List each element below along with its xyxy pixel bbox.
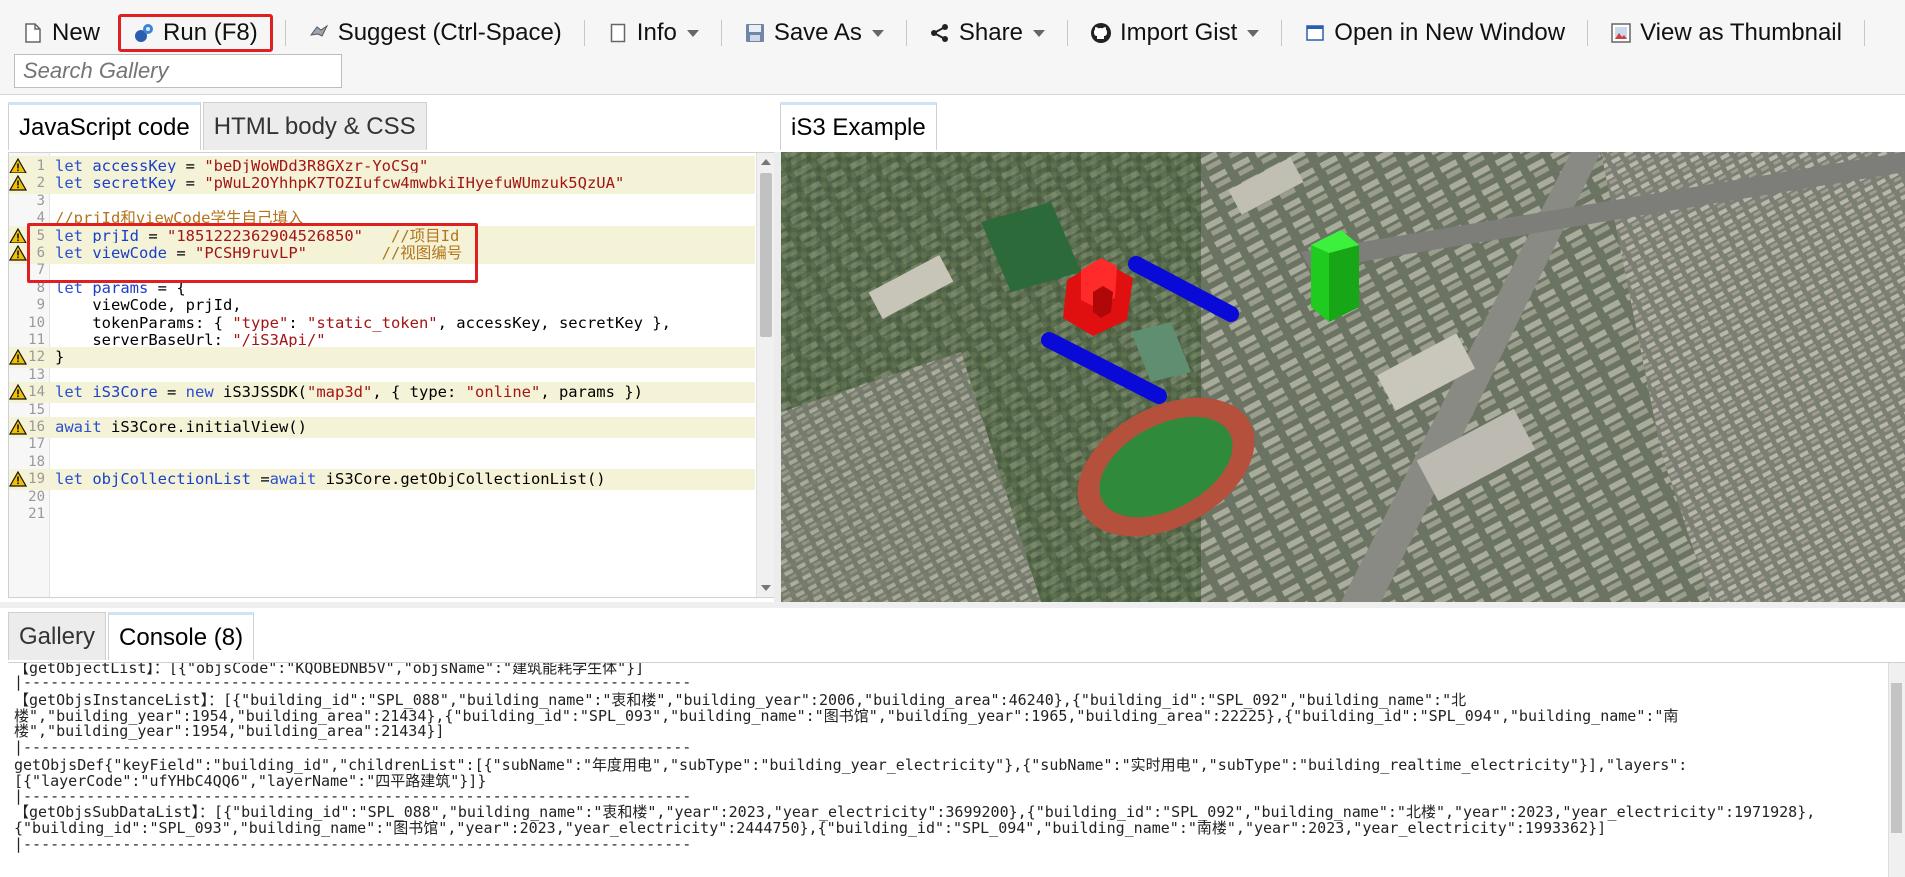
scroll-down-icon[interactable]	[761, 585, 771, 591]
run-label: Run (F8)	[163, 19, 258, 46]
share-button[interactable]: Share	[919, 14, 1055, 52]
code-tabs: JavaScript code HTML body & CSS	[8, 102, 429, 152]
suggest-label: Suggest (Ctrl-Space)	[337, 19, 562, 46]
toolbar-divider	[905, 20, 907, 46]
scrollbar-thumb[interactable]	[760, 173, 772, 337]
horizontal-splitter[interactable]	[0, 602, 1905, 608]
editor-scrollbar[interactable]	[756, 153, 775, 597]
toolbar-divider	[1281, 20, 1283, 46]
import-gist-button[interactable]: Import Gist	[1080, 14, 1269, 52]
console-line: |---------------------------------------…	[14, 673, 692, 691]
code-highlight-box	[27, 223, 478, 283]
console-line: |---------------------------------------…	[14, 835, 692, 853]
console-line: |---------------------------------------…	[14, 738, 692, 756]
console-output[interactable]: 【getObjectList】：[{"objsCode":"KQOBEDNB5V…	[8, 662, 1905, 877]
save-as-button[interactable]: Save As	[734, 14, 894, 52]
view-thumbnail-label: View as Thumbnail	[1640, 19, 1842, 46]
chevron-down-icon	[686, 29, 699, 37]
suggest-button[interactable]: Suggest (Ctrl-Space)	[298, 14, 572, 52]
toolbar-divider	[1863, 20, 1865, 46]
open-new-window-label: Open in New Window	[1334, 19, 1566, 46]
code-editor[interactable]: 1 let accessKey = "beDjWoWDd3R8GXzr-YoCSg…	[8, 152, 776, 598]
scroll-up-icon[interactable]	[761, 159, 771, 165]
toolbar-divider	[1066, 20, 1068, 46]
line-number: 21	[28, 506, 45, 522]
tab-is3-example[interactable]: iS3 Example	[780, 102, 937, 150]
satellite-scene	[781, 152, 1905, 602]
new-label: New	[52, 19, 101, 46]
code-line: 21	[9, 504, 755, 525]
new-button[interactable]: New	[12, 14, 110, 52]
info-label: Info	[636, 19, 677, 46]
run-icon	[133, 22, 155, 44]
tab-javascript-code[interactable]: JavaScript code	[8, 102, 201, 150]
suggest-icon	[308, 22, 330, 44]
green-building-model	[1311, 230, 1359, 322]
tab-gallery[interactable]: Gallery	[8, 612, 107, 660]
run-button[interactable]: Run (F8)	[118, 14, 273, 52]
share-label: Share	[958, 19, 1023, 46]
thumbnail-icon	[1610, 22, 1632, 44]
chevron-down-icon	[1247, 29, 1260, 37]
toolbar-divider	[720, 20, 722, 46]
info-icon	[607, 22, 629, 44]
toolbar-divider	[284, 20, 286, 46]
map3d-viewer[interactable]	[781, 152, 1905, 602]
console-scrollbar[interactable]	[1888, 663, 1905, 877]
open-new-window-button[interactable]: Open in New Window	[1294, 14, 1575, 52]
tab-html-body-css[interactable]: HTML body & CSS	[202, 102, 427, 150]
view-thumbnail-button[interactable]: View as Thumbnail	[1600, 14, 1852, 52]
share-icon	[929, 22, 951, 44]
toolbar-divider	[1587, 20, 1589, 46]
toolbar: New Run (F8) Suggest (Ctrl-Space) Info S…	[0, 0, 1905, 95]
toolbar-divider	[583, 20, 585, 46]
chevron-down-icon	[1032, 29, 1045, 37]
save-icon	[744, 22, 766, 44]
github-icon	[1090, 22, 1112, 44]
chevron-down-icon	[871, 29, 884, 37]
search-gallery-input[interactable]	[14, 54, 342, 88]
viewer-tabs: iS3 Example	[780, 102, 939, 152]
vertical-splitter[interactable]	[774, 152, 781, 602]
info-button[interactable]: Info	[597, 14, 709, 52]
save-as-label: Save As	[773, 19, 862, 46]
scrollbar-thumb[interactable]	[1891, 683, 1902, 833]
tab-console[interactable]: Console (8)	[108, 612, 255, 660]
document-icon	[22, 22, 44, 44]
bottom-tabs: Gallery Console (8)	[8, 612, 256, 662]
window-icon	[1304, 22, 1326, 44]
import-gist-label: Import Gist	[1119, 19, 1238, 46]
